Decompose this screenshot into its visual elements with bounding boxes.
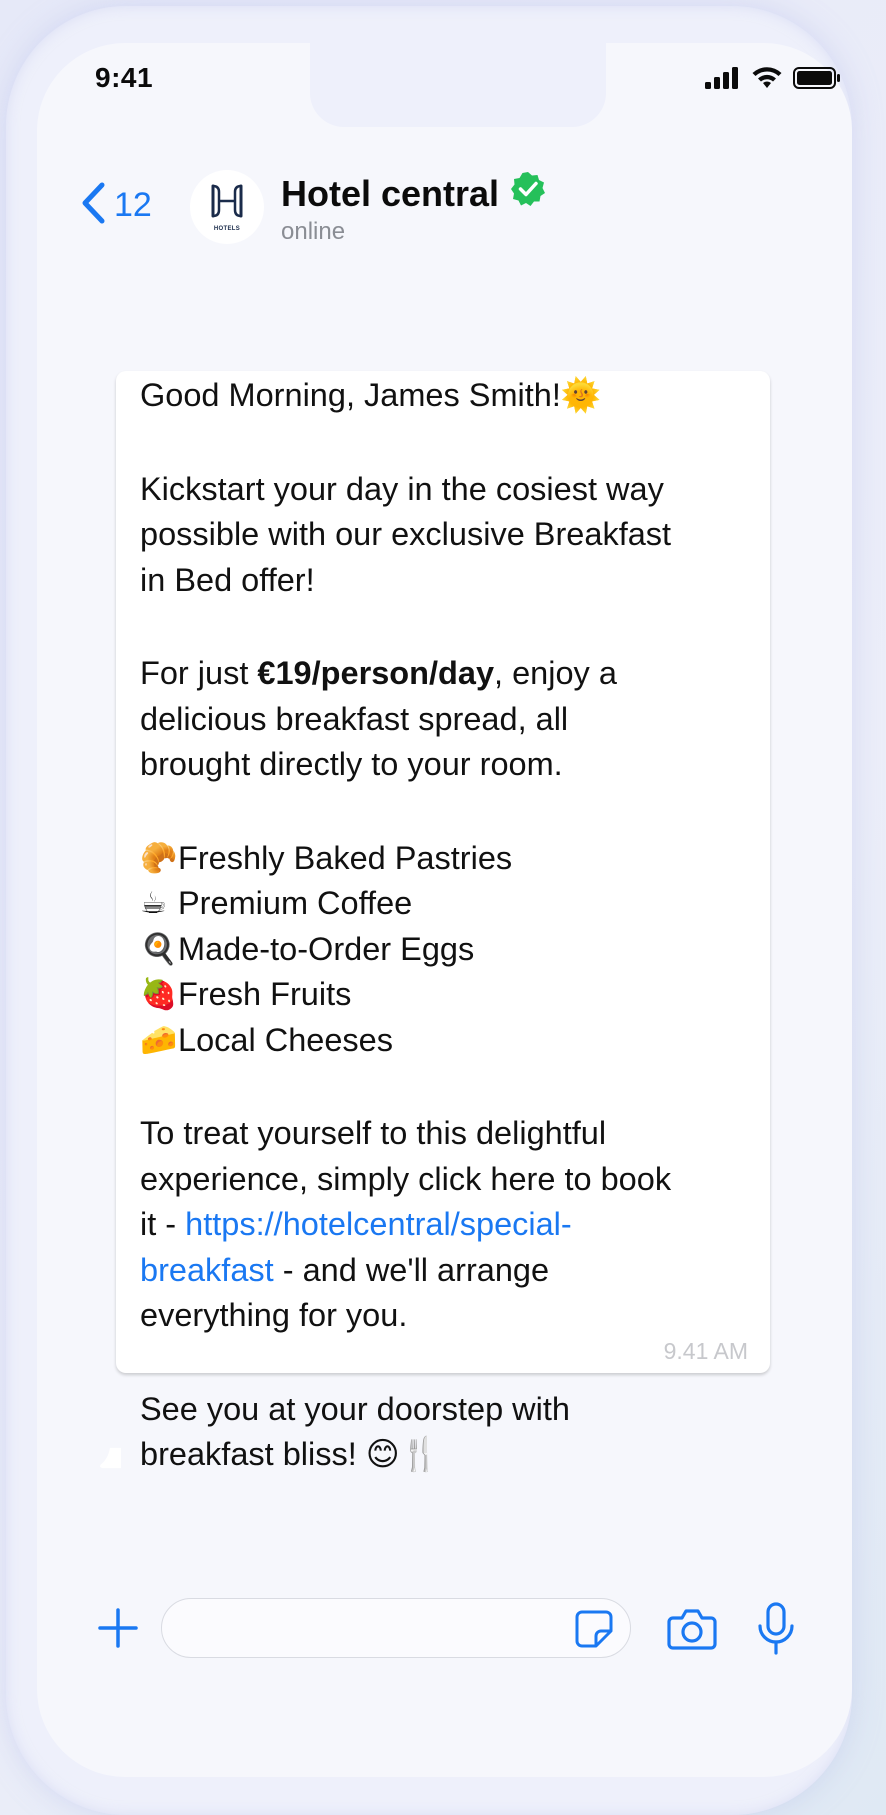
bubble-tail [100, 1447, 121, 1469]
list-item-label: Made-to-Order Eggs [178, 930, 475, 967]
list-item-label: Local Cheeses [178, 1021, 393, 1058]
greeting-text: Good Morning, James Smith! [140, 377, 561, 413]
back-unread-count: 12 [114, 186, 152, 224]
intro-line: Kickstart your day in the cosiest way [140, 470, 664, 507]
camera-icon [667, 1609, 717, 1650]
contact-status: online [281, 218, 346, 245]
price-line: For just €19/person/day, enjoy a [140, 651, 746, 697]
list-item-label: Freshly Baked Pastries [178, 839, 513, 876]
phone-notch [310, 43, 606, 127]
list-item-label: Fresh Fruits [178, 976, 352, 1012]
price-line: delicious breakfast spread, all [140, 700, 569, 737]
back-button[interactable]: 12 [80, 182, 152, 229]
camera-button[interactable] [667, 1606, 717, 1652]
coffee-emoji-icon: ☕ [140, 887, 167, 921]
cta-suffix: - and we'll arrange [273, 1251, 550, 1288]
booking-link-continued[interactable]: breakfast [140, 1252, 274, 1288]
closing-line: See you at your doorstep with [140, 1390, 570, 1427]
contact-name[interactable]: Hotel central [281, 170, 547, 217]
list-item: ☕ Premium Coffee [140, 881, 746, 927]
microphone-button[interactable] [756, 1602, 796, 1656]
closing-line: breakfast bliss! 😊🍴 [140, 1432, 746, 1478]
message-greeting: Good Morning, James Smith!🌞 [140, 373, 746, 419]
price-suffix: , enjoy a [494, 655, 617, 691]
sticker-button[interactable] [574, 1609, 614, 1649]
intro-line: in Bed offer! [140, 561, 315, 598]
cta-line: experience, simply click here to book [140, 1160, 672, 1197]
booking-link[interactable]: https://hotelcentral/special- [185, 1206, 572, 1242]
status-time: 9:41 [95, 62, 154, 93]
message-input[interactable] [161, 1598, 631, 1658]
chevron-left-icon [80, 182, 106, 229]
list-item: 🍳 Made-to-Order Eggs [140, 927, 746, 973]
price-line: brought directly to your room. [140, 746, 563, 782]
avatar[interactable]: HOTELS [190, 170, 264, 244]
list-item: 🍓 Fresh Fruits [140, 972, 746, 1018]
price-amount: €19/person/day [257, 655, 495, 691]
cta-line: breakfast - and we'll arrange [140, 1248, 746, 1294]
list-item-label: Premium Coffee [178, 885, 413, 921]
message-timestamp: 9.41 AM [663, 1338, 748, 1364]
list-item: 🧀 Local Cheeses [140, 1018, 746, 1064]
verified-badge-icon [509, 170, 547, 217]
battery-icon [793, 67, 841, 94]
cta-prefix: it - [140, 1206, 186, 1242]
sticker-icon [575, 1610, 613, 1648]
message-bubble: Good Morning, James Smith!🌞 Kickstart yo… [116, 371, 770, 1472]
intro-line: possible with our exclusive Breakfast [140, 516, 672, 552]
attach-button[interactable] [96, 1606, 140, 1650]
status-icons [705, 66, 841, 95]
cta-line: To treat yourself to this delightful [140, 1115, 607, 1151]
wifi-icon [751, 66, 783, 95]
cta-line: it - https://hotelcentral/special- [140, 1202, 746, 1248]
sun-emoji-icon: 🌞 [560, 377, 602, 413]
plus-icon [98, 1608, 138, 1648]
microphone-icon [758, 1602, 794, 1655]
price-prefix: For just [140, 655, 258, 691]
egg-emoji-icon: 🍳 [140, 932, 178, 966]
hotel-logo-icon [207, 182, 247, 225]
cellular-signal-icon [705, 67, 741, 94]
closing-text: breakfast bliss! [140, 1436, 366, 1472]
smile-cutlery-emoji-icon: 😊🍴 [365, 1436, 441, 1472]
cta-line: everything for you. [140, 1297, 408, 1333]
croissant-emoji-icon: 🥐 [140, 841, 178, 875]
cheese-emoji-icon: 🧀 [140, 1023, 178, 1057]
list-item: 🥐 Freshly Baked Pastries [140, 836, 746, 882]
contact-name-text: Hotel central [281, 172, 500, 214]
avatar-label: HOTELS [213, 226, 241, 232]
strawberry-emoji-icon: 🍓 [140, 978, 178, 1012]
